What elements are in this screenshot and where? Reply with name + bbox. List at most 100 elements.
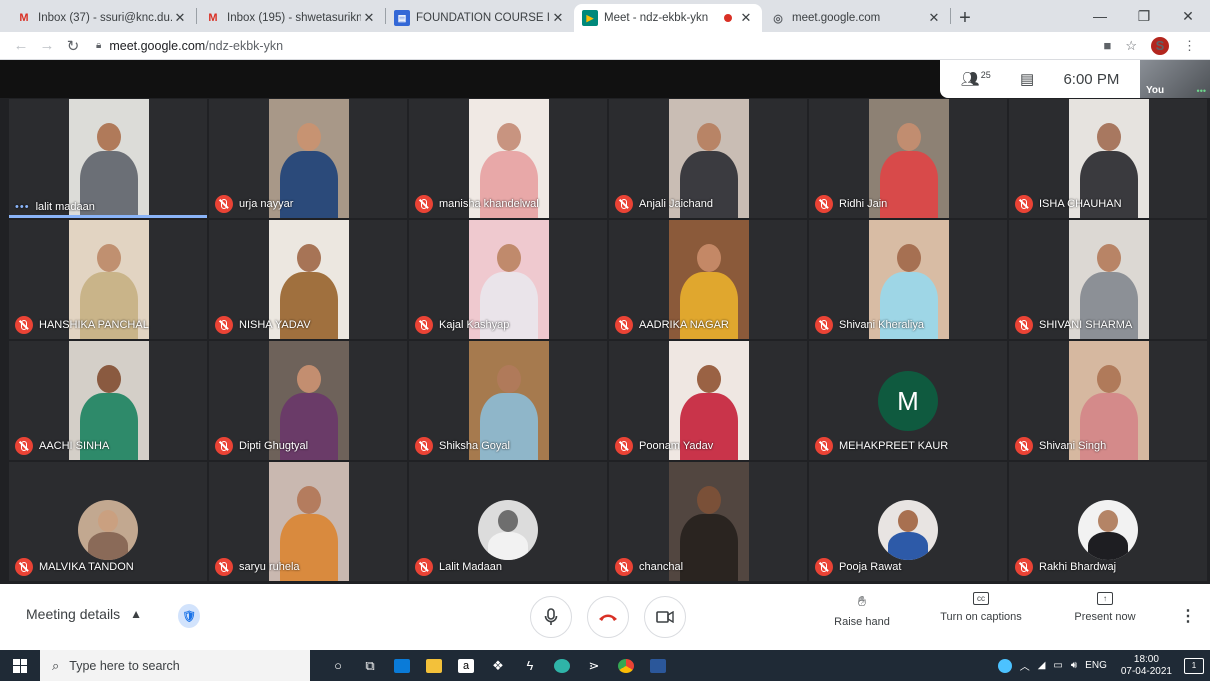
participant-name: manisha khandelwal — [439, 198, 539, 210]
present-icon: ↑ — [1097, 592, 1113, 605]
participant-tile[interactable]: SHIVANI SHARMA — [1008, 219, 1208, 340]
mic-off-icon — [615, 316, 633, 334]
self-options-icon[interactable]: ••• — [1197, 86, 1206, 96]
mic-off-icon — [415, 558, 433, 576]
tab-gmail-shweta[interactable]: M Inbox (195) - shwetasuriknc@gm ✕ — [197, 4, 385, 32]
leave-call-button[interactable] — [587, 596, 629, 638]
chrome-menu-icon[interactable]: ⋮ — [1183, 38, 1196, 54]
mic-off-icon — [415, 437, 433, 455]
edge-browser-icon[interactable] — [546, 650, 578, 681]
search-icon: ⌕ — [52, 657, 60, 673]
mail-app-icon[interactable] — [386, 650, 418, 681]
participant-tile[interactable]: Dipti Ghugtyal — [208, 340, 408, 461]
file-explorer-icon[interactable] — [418, 650, 450, 681]
captions-button[interactable]: cc Turn on captions — [931, 592, 1031, 623]
close-window-icon[interactable]: ✕ — [1166, 0, 1210, 32]
participant-tile[interactable]: HANSHIKA PANCHAL — [8, 219, 208, 340]
participant-tile[interactable]: M MEHAKPREET KAUR — [808, 340, 1008, 461]
participant-name-tag: AADRIKA NAGAR — [615, 316, 729, 334]
tab-gmail-ssuri[interactable]: M Inbox (37) - ssuri@knc.du.ac.in - ✕ — [8, 4, 196, 32]
host-controls-shield-icon[interactable]: 🛡︎ — [178, 604, 200, 628]
captions-label: Turn on captions — [940, 611, 1022, 623]
participant-tile[interactable]: Anjali Jaichand — [608, 98, 808, 219]
notifications-button[interactable]: 1 — [1184, 657, 1204, 674]
participant-tile[interactable]: ••• lalit madaan — [8, 98, 208, 219]
amazon-app-icon[interactable]: a — [450, 650, 482, 681]
camera-indicator-icon[interactable]: ■ — [1103, 38, 1111, 53]
start-button[interactable] — [0, 650, 40, 681]
taskbar-apps: ○ ⧉ a ❖ ϟ ⋗ — [322, 650, 674, 681]
tab-meet-home[interactable]: ◎ meet.google.com ✕ — [762, 4, 950, 32]
help-icon[interactable] — [997, 658, 1012, 673]
meeting-details-button[interactable]: Meeting details ▲ — [26, 606, 142, 622]
media-player-icon[interactable]: ⋗ — [578, 650, 610, 681]
participant-tile[interactable]: Shivani Singh — [1008, 340, 1208, 461]
microphone-button[interactable] — [530, 596, 572, 638]
microphone-icon — [544, 608, 558, 625]
battery-icon[interactable]: ▭ — [1053, 660, 1062, 671]
close-tab-icon[interactable]: ✕ — [361, 10, 377, 26]
mic-off-icon — [15, 558, 33, 576]
participant-tile[interactable]: AADRIKA NAGAR — [608, 219, 808, 340]
mic-off-icon — [1015, 195, 1033, 213]
close-tab-icon[interactable]: ✕ — [738, 10, 754, 26]
self-view-tile[interactable]: You ••• — [1140, 60, 1210, 98]
mic-off-icon — [15, 316, 33, 334]
tab-foundation-course[interactable]: ▤ FOUNDATION COURSE IN YOGA ✕ — [386, 4, 574, 32]
more-options-icon[interactable]: ⋮ — [1180, 606, 1196, 626]
restore-icon[interactable]: ❐ — [1122, 0, 1166, 32]
participant-tile[interactable]: Kajal Kashyap — [408, 219, 608, 340]
winamp-icon[interactable]: ϟ — [514, 650, 546, 681]
participant-tile[interactable]: Pooja Rawat — [808, 461, 1008, 582]
participant-tile[interactable]: Shivani Kheraliya — [808, 219, 1008, 340]
participant-tile[interactable]: Lalit Madaan — [408, 461, 608, 582]
participant-tile[interactable]: MALVIKA TANDON — [8, 461, 208, 582]
participant-tile[interactable]: manisha khandelwal — [408, 98, 608, 219]
participant-tile[interactable]: Poonam Yadav — [608, 340, 808, 461]
url-path: /ndz-ekbk-ykn — [205, 38, 284, 53]
back-icon[interactable]: ← — [8, 37, 34, 54]
new-tab-button[interactable]: + — [951, 4, 979, 32]
participant-tile[interactable]: chanchal — [608, 461, 808, 582]
participant-tile[interactable]: NISHA YADAV — [208, 219, 408, 340]
participant-tile[interactable]: saryu ruhela — [208, 461, 408, 582]
volume-icon[interactable]: 🔊︎ — [1071, 660, 1077, 671]
show-hidden-icons-icon[interactable]: ︿ — [1020, 658, 1030, 673]
participant-tile[interactable]: Shiksha Goyal — [408, 340, 608, 461]
chrome-browser-icon[interactable] — [610, 650, 642, 681]
bookmark-star-icon[interactable]: ☆ — [1125, 38, 1137, 54]
browser-tab-strip: M Inbox (37) - ssuri@knc.du.ac.in - ✕ M … — [0, 0, 1210, 32]
word-app-icon[interactable] — [642, 650, 674, 681]
forward-icon[interactable]: → — [34, 37, 60, 54]
close-tab-icon[interactable]: ✕ — [172, 10, 188, 26]
raise-hand-button[interactable]: ✋︎ Raise hand — [812, 592, 912, 629]
camera-button[interactable] — [644, 596, 686, 638]
minimize-icon[interactable]: — — [1078, 0, 1122, 32]
chat-icon[interactable]: ▤ — [1020, 70, 1034, 88]
url-field[interactable]: 🔒︎ meet.google.com/ndz-ekbk-ykn — [96, 39, 1103, 53]
participant-tile[interactable]: Ridhi Jain — [808, 98, 1008, 219]
close-tab-icon[interactable]: ✕ — [550, 10, 566, 26]
tab-meet[interactable]: ▶ Meet - ndz-ekbk-ykn ✕ — [574, 4, 762, 32]
taskbar-clock[interactable]: 18:00 07-04-2021 — [1121, 654, 1172, 678]
task-view-icon[interactable]: ⧉ — [354, 650, 386, 681]
profile-avatar[interactable]: S — [1151, 36, 1169, 55]
taskbar-time: 18:00 — [1133, 653, 1159, 665]
participant-name: Anjali Jaichand — [639, 198, 713, 210]
mic-off-icon — [215, 195, 233, 213]
participant-tile[interactable]: AACHI SINHA — [8, 340, 208, 461]
network-icon[interactable]: ◢ — [1038, 660, 1046, 671]
present-now-button[interactable]: ↑ Present now — [1055, 592, 1155, 623]
participant-tile[interactable]: ISHA CHAUHAN — [1008, 98, 1208, 219]
meet-control-bar: Meeting details ▲ 🛡︎ ✋︎ Raise hand cc Tu… — [0, 584, 1210, 650]
people-button[interactable]: 👥︎ 25 — [961, 70, 991, 88]
close-tab-icon[interactable]: ✕ — [926, 10, 942, 26]
participant-name: saryu ruhela — [239, 561, 300, 573]
participant-tile[interactable]: urja nayyar — [208, 98, 408, 219]
taskbar-search-box[interactable]: ⌕ Type here to search — [40, 650, 310, 681]
cortana-icon[interactable]: ○ — [322, 650, 354, 681]
participant-tile[interactable]: Rakhi Bhardwaj — [1008, 461, 1208, 582]
language-indicator[interactable]: ENG — [1085, 660, 1107, 671]
reload-icon[interactable]: ↻ — [60, 37, 86, 55]
dropbox-icon[interactable]: ❖ — [482, 650, 514, 681]
